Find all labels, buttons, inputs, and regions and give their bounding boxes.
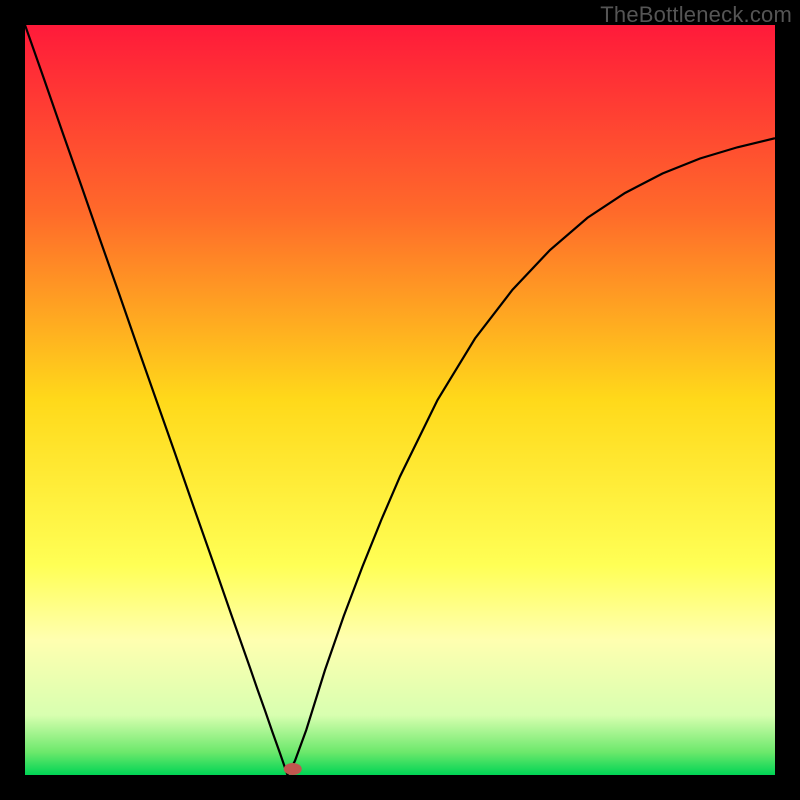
watermark-text: TheBottleneck.com [600, 2, 792, 28]
bottleneck-chart [25, 25, 775, 775]
chart-container: TheBottleneck.com [0, 0, 800, 800]
gradient-background [25, 25, 775, 775]
optimal-point-marker [284, 763, 302, 775]
